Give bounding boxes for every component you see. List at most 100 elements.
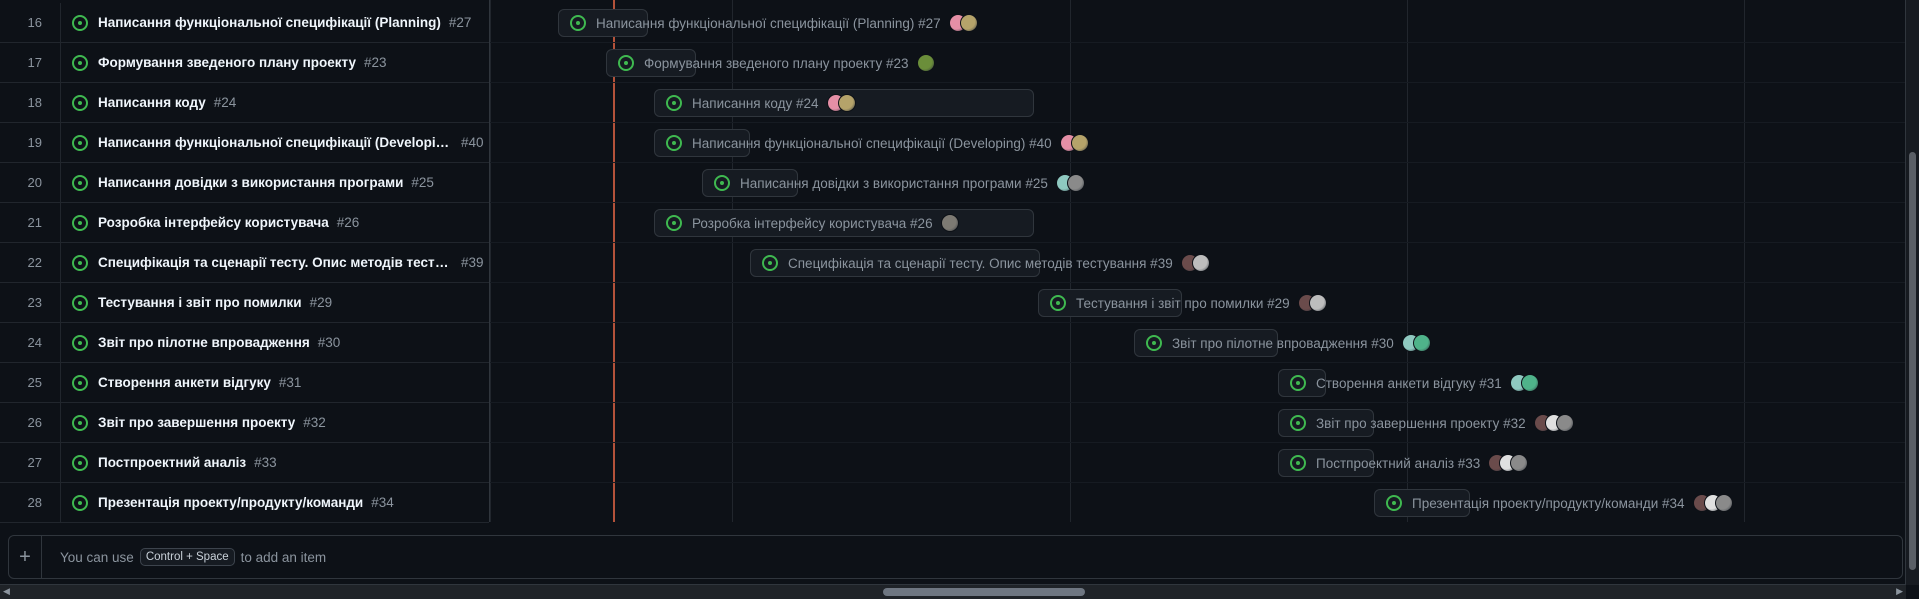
table-row[interactable]: 19 Написання функціональної специфікації … — [0, 123, 489, 163]
avatar[interactable] — [1555, 414, 1574, 432]
issue-title[interactable]: Написання функціональної специфікації (P… — [98, 15, 441, 30]
assignee-avatars[interactable] — [1059, 134, 1089, 152]
timeline-item-label[interactable]: Написання функціональної специфікації (D… — [666, 129, 1089, 157]
avatar[interactable] — [1308, 294, 1327, 312]
timeline-item-label[interactable]: Презентація проекту/продукту/команди #34 — [1386, 489, 1733, 517]
row-number: 21 — [27, 215, 42, 230]
timeline-item-label[interactable]: Звіт про завершення проекту #32 — [1290, 409, 1574, 437]
scroll-left-arrow-icon[interactable]: ◀ — [3, 586, 10, 597]
assignee-avatars[interactable] — [1401, 334, 1431, 352]
timeline-item-title: Написання коду #24 — [692, 95, 819, 111]
assignee-avatars[interactable] — [1509, 374, 1539, 392]
issue-number: #33 — [254, 455, 277, 470]
table-row[interactable]: 21 Розробка інтерфейсу користувача #26 — [0, 203, 489, 243]
avatar[interactable] — [1510, 454, 1529, 472]
timeline-item-label[interactable]: Написання коду #24 — [666, 89, 856, 117]
avatar[interactable] — [1714, 494, 1733, 512]
horizontal-scrollbar[interactable]: ◀ ▶ — [0, 584, 1906, 599]
avatar[interactable] — [940, 214, 959, 232]
issue-open-icon — [762, 255, 778, 271]
assignee-avatars[interactable] — [1488, 454, 1529, 472]
issue-title[interactable]: Тестування і звіт про помилки — [98, 295, 302, 310]
table-row[interactable]: 18 Написання коду #24 — [0, 83, 489, 123]
timeline-item-label[interactable]: Постпроектний аналіз #33 — [1290, 449, 1529, 477]
assignee-avatars[interactable] — [1055, 174, 1085, 192]
timeline-item-label[interactable]: Написання довідки з використання програм… — [714, 169, 1085, 197]
timeline-item-label[interactable]: Формування зведеного плану проекту #23 — [618, 49, 935, 77]
table-row[interactable]: 27 Постпроектний аналіз #33 — [0, 443, 489, 483]
assignee-avatars[interactable] — [1297, 294, 1327, 312]
issue-open-icon — [72, 294, 88, 311]
issue-title[interactable]: Звіт про завершення проекту — [98, 415, 295, 430]
issue-title[interactable]: Написання функціональної специфікації (D… — [98, 135, 453, 150]
table-row[interactable]: 16 Написання функціональної специфікації … — [0, 3, 489, 43]
row-number: 25 — [27, 375, 42, 390]
row-divider — [60, 123, 61, 162]
assignee-avatars[interactable] — [940, 214, 959, 232]
issue-title[interactable]: Презентація проекту/продукту/команди — [98, 495, 363, 510]
issue-title[interactable]: Створення анкети відгуку — [98, 375, 271, 390]
table-row[interactable]: 23 Тестування і звіт про помилки #29 — [0, 283, 489, 323]
assignee-avatars[interactable] — [826, 94, 856, 112]
issue-title[interactable]: Звіт про пілотне впровадження — [98, 335, 310, 350]
issue-title[interactable]: Написання довідки з використання програм… — [98, 175, 403, 190]
horizontal-scroll-thumb[interactable] — [883, 588, 1085, 596]
timeline-item-label[interactable]: Звіт про пілотне впровадження #30 — [1146, 329, 1431, 357]
avatar[interactable] — [837, 94, 856, 112]
vertical-scrollbar[interactable] — [1905, 0, 1919, 585]
avatar[interactable] — [1070, 134, 1089, 152]
issue-open-icon — [72, 214, 88, 231]
issue-open-icon — [666, 95, 682, 111]
issue-title[interactable]: Постпроектний аналіз — [98, 455, 246, 470]
row-number: 27 — [27, 455, 42, 470]
timeline-item-title: Написання функціональної специфікації (P… — [596, 15, 941, 31]
table-row[interactable]: 28 Презентація проекту/продукту/команди #3… — [0, 483, 489, 523]
row-number: 18 — [27, 95, 42, 110]
row-number: 26 — [27, 415, 42, 430]
avatar[interactable] — [1520, 374, 1539, 392]
avatar[interactable] — [959, 14, 978, 32]
table-row[interactable]: 25 Створення анкети відгуку #31 — [0, 363, 489, 403]
issue-title[interactable]: Розробка інтерфейсу користувача — [98, 215, 329, 230]
issue-open-icon — [72, 14, 88, 31]
scroll-right-arrow-icon[interactable]: ▶ — [1896, 586, 1903, 597]
issue-number: #30 — [317, 335, 341, 350]
avatar[interactable] — [1412, 334, 1431, 352]
issue-number: #39 — [461, 255, 484, 270]
avatar[interactable] — [916, 54, 935, 72]
assignee-avatars[interactable] — [1692, 494, 1733, 512]
avatar[interactable] — [1191, 254, 1210, 272]
assignee-avatars[interactable] — [916, 54, 935, 72]
avatar[interactable] — [1066, 174, 1085, 192]
assignee-avatars[interactable] — [1180, 254, 1210, 272]
add-item-hint[interactable]: You can use Control + Space to add an it… — [60, 548, 326, 566]
timeline-item-label[interactable]: Тестування і звіт про помилки #29 — [1050, 289, 1327, 317]
add-item-bar[interactable]: + You can use Control + Space to add an … — [8, 535, 1903, 579]
timeline-item-title: Тестування і звіт про помилки #29 — [1076, 295, 1290, 311]
issue-open-icon — [72, 54, 88, 71]
issue-open-icon — [1050, 295, 1066, 311]
row-number: 28 — [27, 495, 42, 510]
issue-open-icon — [72, 94, 88, 111]
issue-title[interactable]: Специфікація та сценарії тесту. Опис мет… — [98, 255, 453, 270]
timeline-item-label[interactable]: Створення анкети відгуку #31 — [1290, 369, 1539, 397]
timeline-item-label[interactable]: Специфікація та сценарії тесту. Опис мет… — [762, 249, 1210, 277]
table-row[interactable]: 17 Формування зведеного плану проекту #23 — [0, 43, 489, 83]
plus-icon[interactable]: + — [9, 536, 42, 578]
row-divider — [60, 363, 61, 402]
issue-title[interactable]: Написання коду — [98, 95, 206, 110]
timeline-item-label[interactable]: Розробка інтерфейсу користувача #26 — [666, 209, 959, 237]
issue-title[interactable]: Формування зведеного плану проекту — [98, 55, 356, 70]
table-row[interactable]: 26 Звіт про завершення проекту #32 — [0, 403, 489, 443]
timeline-item-label[interactable]: Написання функціональної специфікації (P… — [570, 9, 978, 37]
table-row[interactable]: 22 Специфікація та сценарії тесту. Опис м… — [0, 243, 489, 283]
assignee-avatars[interactable] — [948, 14, 978, 32]
timeline-item-title: Розробка інтерфейсу користувача #26 — [692, 215, 933, 231]
vertical-scroll-thumb[interactable] — [1909, 152, 1916, 570]
issue-open-icon — [618, 55, 634, 71]
assignee-avatars[interactable] — [1533, 414, 1574, 432]
table-row[interactable]: 20 Написання довідки з використання прогр… — [0, 163, 489, 203]
timeline-pane[interactable]: Написання функціональної специфікації (P… — [490, 0, 1910, 522]
row-number: 19 — [27, 135, 42, 150]
table-row[interactable]: 24 Звіт про пілотне впровадження #30 — [0, 323, 489, 363]
